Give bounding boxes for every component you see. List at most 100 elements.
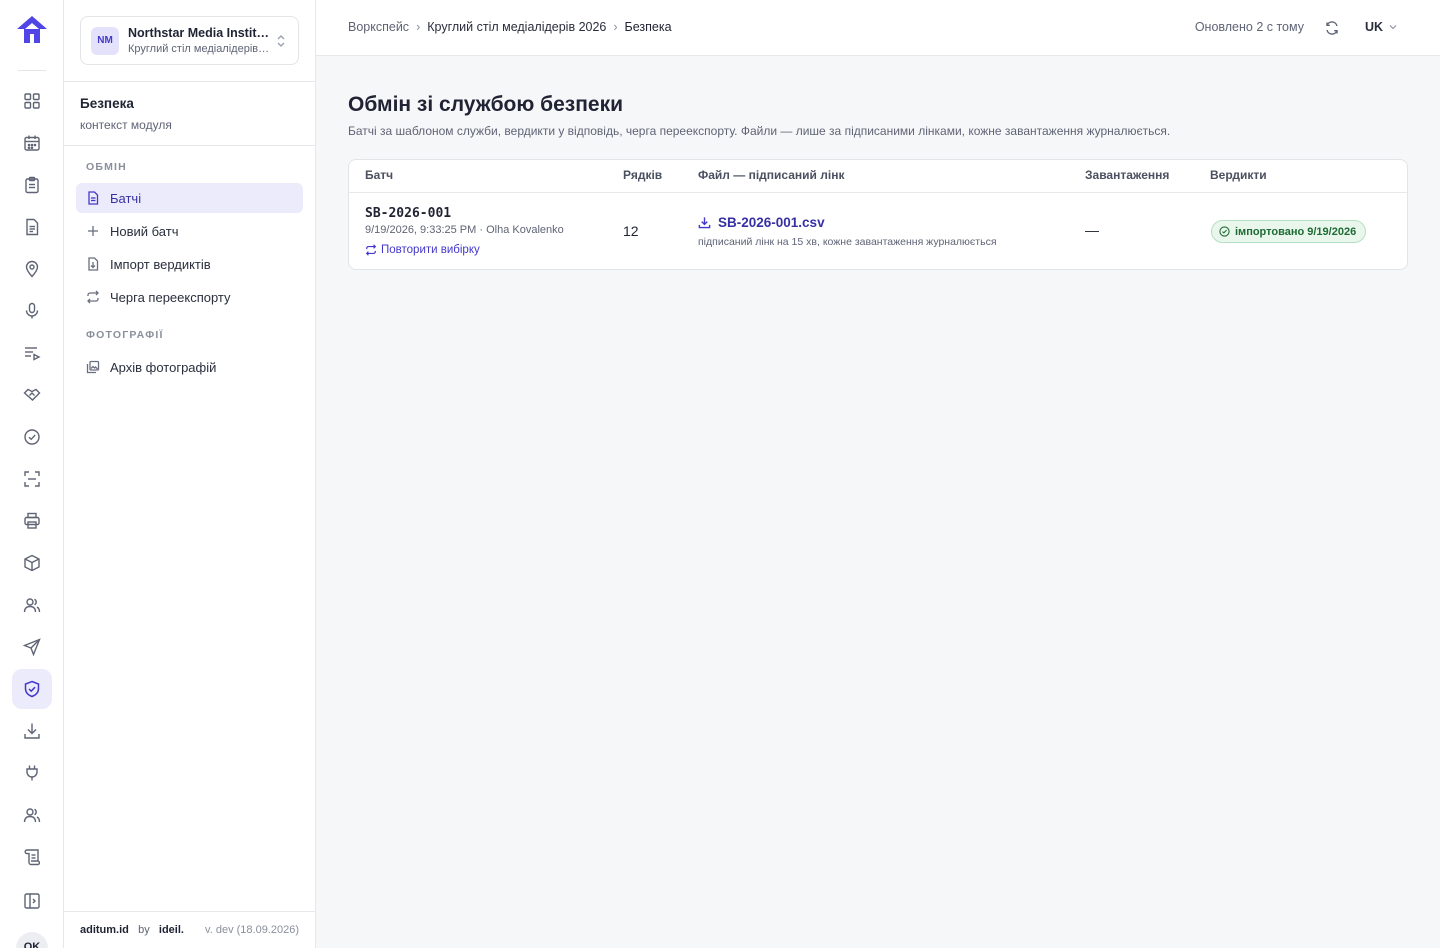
retry-selection-button[interactable]: Повторити вибірку xyxy=(365,244,480,256)
plug-icon xyxy=(26,765,38,781)
rail-dashboard-button[interactable] xyxy=(12,81,52,121)
rail-location-button[interactable] xyxy=(12,249,52,289)
brand-by: by xyxy=(138,924,150,936)
app-version: v. dev (18.09.2026) xyxy=(205,924,299,936)
check-circle-icon xyxy=(24,429,40,445)
file-import-icon xyxy=(88,257,99,271)
rail-integrations-button[interactable] xyxy=(12,753,52,793)
column-header-batch: Батч xyxy=(365,168,394,182)
nav-item-new-batch[interactable]: Новий батч xyxy=(76,216,303,246)
scroll-icon xyxy=(24,849,41,866)
breadcrumb-separator: › xyxy=(416,20,421,34)
footer-brand: aditum.id by ideil. xyxy=(80,924,184,936)
rail-divider xyxy=(18,70,46,71)
rail-clipboard-button[interactable] xyxy=(12,165,52,205)
nav-item-photo-archive[interactable]: Архів фотографій xyxy=(76,352,303,382)
rail-people-button[interactable] xyxy=(12,795,52,835)
verdict-status-label: імпортовано 9/19/2026 xyxy=(1235,225,1357,238)
nav-item-batches[interactable]: Батчі xyxy=(76,183,303,213)
breadcrumb-event[interactable]: Круглий стіл медіалідерів 2026 xyxy=(427,20,606,34)
language-label: UK xyxy=(1364,20,1383,34)
file-icon xyxy=(88,191,99,205)
batch-meta: 9/19/2026, 9:33:25 PM · Olha Kovalenko xyxy=(365,224,564,236)
rail-download-button[interactable] xyxy=(12,711,52,751)
module-sidebar: NM Northstar Media Institute Круглий сті… xyxy=(64,0,316,948)
package-icon xyxy=(24,554,40,572)
rail-users-button[interactable] xyxy=(12,585,52,625)
breadcrumb-workspace[interactable]: Воркспейс xyxy=(348,20,409,34)
verdict-status-badge: імпортовано 9/19/2026 xyxy=(1211,220,1367,243)
plus-icon xyxy=(88,226,98,236)
chevron-down-icon xyxy=(1389,25,1397,30)
rail-document-button[interactable] xyxy=(12,207,52,247)
brand-name: aditum.id xyxy=(80,924,129,936)
company-name: ideil. xyxy=(158,924,184,936)
printer-icon xyxy=(24,512,40,529)
check-circle-icon xyxy=(1219,226,1230,237)
rail-packages-button[interactable] xyxy=(12,543,52,583)
location-icon xyxy=(25,260,39,278)
rail-collapse-button[interactable] xyxy=(12,881,52,921)
module-title: Безпека xyxy=(80,96,134,111)
shield-check-icon xyxy=(24,680,40,698)
rail-approvals-button[interactable] xyxy=(12,417,52,457)
nav-item-label: Батчі xyxy=(110,190,142,206)
icon-rail: OK xyxy=(0,0,64,948)
file-download-link[interactable]: SB-2026-001.csv xyxy=(698,215,825,230)
sidebar-divider xyxy=(64,145,315,146)
breadcrumb-separator: › xyxy=(613,20,618,34)
app-logo-icon[interactable] xyxy=(16,15,48,45)
rail-handshake-button[interactable] xyxy=(12,375,52,415)
user-avatar[interactable]: OK xyxy=(16,932,48,948)
page-subtitle: Батчі за шаблоном служби, вердикти у від… xyxy=(348,124,1171,138)
refresh-icon[interactable] xyxy=(1324,20,1340,36)
users-icon xyxy=(23,598,41,613)
microphone-icon xyxy=(25,302,39,319)
nav-item-import-verdicts[interactable]: Імпорт вердиктів xyxy=(76,249,303,279)
nav-item-reexport-queue[interactable]: Черга переекспорту xyxy=(76,282,303,312)
playlist-icon xyxy=(25,347,41,361)
sidebar-footer: aditum.id by ideil. v. dev (18.09.2026) xyxy=(64,911,315,948)
row-count: 12 xyxy=(623,223,639,239)
event-name: Круглий стіл медіалідерів 2026 xyxy=(128,43,270,55)
chevron-up-down-icon xyxy=(277,35,285,47)
handshake-icon xyxy=(23,388,41,401)
language-selector[interactable]: UK xyxy=(1365,20,1398,34)
clipboard-icon xyxy=(25,176,39,194)
org-switcher[interactable]: NM Northstar Media Institute Круглий сті… xyxy=(80,16,299,65)
table-header-divider xyxy=(349,192,1407,193)
breadcrumb-current: Безпека xyxy=(624,20,672,34)
rail-scan-button[interactable] xyxy=(12,459,52,499)
download-icon xyxy=(24,723,40,739)
module-subtitle: контекст модуля xyxy=(80,118,172,132)
batch-id: SB-2026-001 xyxy=(365,206,452,221)
send-icon xyxy=(23,638,41,656)
rail-playlist-button[interactable] xyxy=(12,333,52,373)
document-icon xyxy=(26,218,39,236)
breadcrumb: Воркспейс › Круглий стіл медіалідерів 20… xyxy=(348,20,672,34)
file-name: SB-2026-001.csv xyxy=(718,215,825,230)
column-header-rows: Рядків xyxy=(623,168,663,182)
rail-print-button[interactable] xyxy=(12,501,52,541)
retry-selection-label: Повторити вибірку xyxy=(381,244,480,256)
rail-microphone-button[interactable] xyxy=(12,291,52,331)
people-icon xyxy=(23,808,41,823)
column-header-downloads: Завантаження xyxy=(1085,168,1170,182)
rail-calendar-button[interactable] xyxy=(12,123,52,163)
rail-send-button[interactable] xyxy=(12,627,52,667)
download-count: — xyxy=(1085,222,1099,238)
photo-archive-icon xyxy=(86,360,100,374)
top-bar: Воркспейс › Круглий стіл медіалідерів 20… xyxy=(316,0,1440,56)
column-header-verdicts: Вердикти xyxy=(1210,168,1267,182)
page-title: Обмін зі службою безпеки xyxy=(348,93,624,116)
sidebar-toggle-icon xyxy=(24,893,40,909)
org-initials-badge: NM xyxy=(91,26,119,55)
download-icon xyxy=(698,217,711,229)
nav-section-exchange: ОБМІН xyxy=(86,161,127,173)
dashboard-icon xyxy=(24,93,40,109)
column-header-file: Файл — підписаний лінк xyxy=(698,168,845,182)
rail-logs-button[interactable] xyxy=(12,837,52,877)
rail-security-button[interactable] xyxy=(12,669,52,709)
last-updated-text: Оновлено 2 с тому xyxy=(1194,20,1304,34)
nav-item-label: Черга переекспорту xyxy=(110,289,231,305)
